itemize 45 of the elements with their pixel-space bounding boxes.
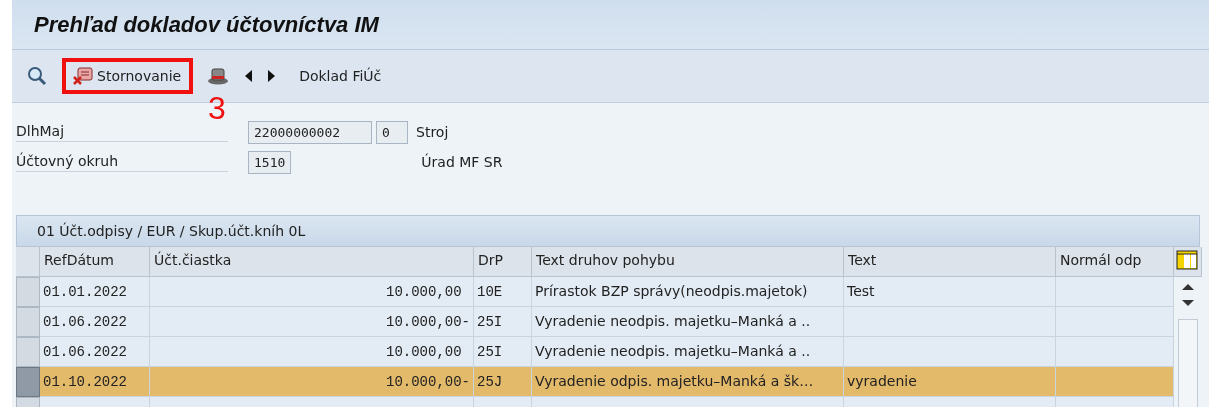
- table-cell: 01.01.2022: [40, 277, 150, 307]
- column-layout-icon[interactable]: [1174, 247, 1202, 277]
- header-corner: [16, 247, 40, 277]
- table-cell: Vyradenie odpis. majetku–Manká a šk…: [532, 367, 844, 397]
- column-header[interactable]: Normál odp: [1056, 247, 1174, 277]
- column-header[interactable]: Účt.čiastka: [150, 247, 474, 277]
- reverse-button[interactable]: Stornovanie: [62, 58, 194, 94]
- field-description: Stroj: [416, 124, 449, 140]
- field-description: Úrad MF SR: [421, 154, 503, 170]
- table-cell: 01.06.2022: [40, 307, 150, 337]
- table-cell: 25J: [474, 367, 532, 397]
- table-cell: 10E: [474, 277, 532, 307]
- input-field[interactable]: 0: [376, 120, 408, 144]
- table-cell: 01.06.2022: [40, 337, 150, 367]
- column-header[interactable]: Text: [844, 247, 1056, 277]
- column-header[interactable]: Text druhov pohybu: [532, 247, 844, 277]
- column-header[interactable]: DrP: [474, 247, 532, 277]
- table-cell: Vyradenie neodpis. majetku–Manká a ..: [532, 307, 844, 337]
- window-title: Prehľad dokladov účtovníctva IM: [33, 11, 379, 38]
- search-icon[interactable]: [26, 65, 48, 87]
- table-cell: Vyradenie neodpis. majetku–Manká a ..: [532, 337, 844, 367]
- field-label: DlhMaj: [16, 122, 228, 142]
- document-link[interactable]: Doklad FiÚč: [299, 68, 382, 84]
- left-triangle-icon[interactable]: [243, 69, 254, 83]
- table-cell: Prírastok BZP správy(neodpis.majetok): [532, 277, 844, 307]
- table-title: 01 Účt.odpisy / EUR / Skup.účt.kníh 0L: [16, 215, 1200, 247]
- field-label: Účtovný okruh: [16, 152, 228, 172]
- table-cell: 10.000,00: [150, 337, 474, 367]
- table-cell: vyradenie: [844, 367, 1056, 397]
- table-cell: 25I: [474, 307, 532, 337]
- scroll-up-icon[interactable]: [1182, 283, 1194, 291]
- scrollbar-track[interactable]: [1178, 319, 1198, 407]
- input-field[interactable]: 22000000002: [248, 120, 372, 144]
- hat-icon[interactable]: [207, 66, 230, 86]
- scroll-down-icon[interactable]: [1182, 299, 1194, 307]
- table-cell: 01.10.2022: [40, 367, 150, 397]
- table-cell: 25I: [474, 337, 532, 367]
- document-cross-icon: [72, 66, 94, 86]
- annotation-number: 3: [208, 92, 226, 124]
- table-cell: 10.000,00-: [150, 307, 474, 337]
- table-cell: Test: [844, 277, 1056, 307]
- input-field[interactable]: 1510: [248, 150, 292, 174]
- column-header[interactable]: RefDátum: [40, 247, 150, 277]
- table-cell: 10.000,00: [150, 277, 474, 307]
- table-cell: 10.000,00-: [150, 367, 474, 397]
